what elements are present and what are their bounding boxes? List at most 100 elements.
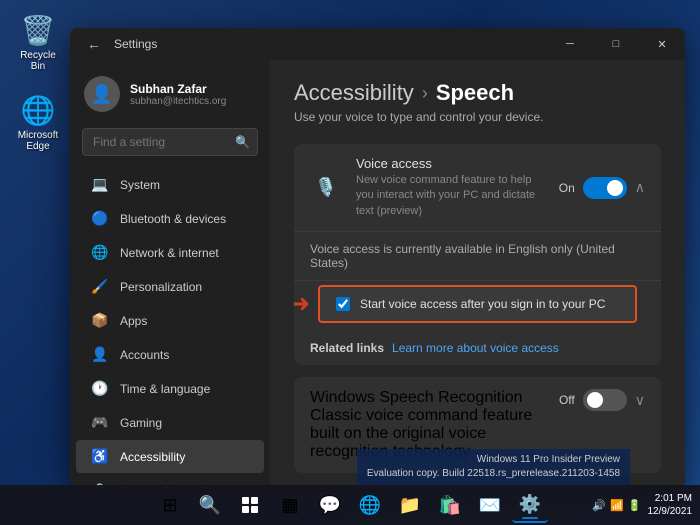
- store-button[interactable]: 🛍️: [432, 487, 468, 523]
- voice-access-toggle[interactable]: [583, 177, 627, 199]
- settings-taskbar-button[interactable]: ⚙️: [512, 487, 548, 523]
- voice-access-description: New voice command feature to help you in…: [356, 173, 547, 219]
- speech-recognition-chevron[interactable]: ∨: [635, 392, 645, 409]
- voice-access-notice: Voice access is currently available in E…: [294, 232, 661, 281]
- sidebar-item-label: System: [120, 178, 160, 192]
- speech-recognition-toggle[interactable]: [583, 389, 627, 411]
- sidebar-item-accounts[interactable]: 👤 Accounts: [76, 338, 264, 371]
- back-button[interactable]: ←: [82, 32, 106, 56]
- edge-label: Microsoft Edge: [12, 130, 64, 152]
- status-line2: Evaluation copy. Build 22518.rs_prerelea…: [367, 467, 620, 481]
- voice-access-control: On ∧: [559, 177, 645, 199]
- user-name: Subhan Zafar: [130, 82, 226, 96]
- sidebar-item-system[interactable]: 💻 System: [76, 168, 264, 201]
- recycle-bin-icon[interactable]: 🗑️ Recycle Bin: [8, 10, 68, 76]
- search-taskbar-button[interactable]: 🔍: [192, 487, 228, 523]
- search-icon: 🔍: [235, 135, 250, 149]
- edge-symbol: 🌐: [22, 94, 54, 126]
- explorer-button[interactable]: 📁: [392, 487, 428, 523]
- active-indicator: [522, 517, 538, 519]
- clock-time: 2:01 PM: [648, 492, 693, 505]
- close-button[interactable]: ✕: [639, 28, 685, 60]
- voice-access-card: 🎙️ Voice access New voice command featur…: [294, 144, 661, 365]
- window-controls: ─ □ ✕: [547, 28, 685, 60]
- sidebar: 👤 Subhan Zafar subhan@itechtics.org 🔍 💻 …: [70, 60, 270, 488]
- voice-access-row: 🎙️ Voice access New voice command featur…: [294, 144, 661, 232]
- user-email: subhan@itechtics.org: [130, 96, 226, 107]
- desktop: 🗑️ Recycle Bin 🌐 Microsoft Edge ← Settin…: [0, 0, 700, 525]
- breadcrumb-parent[interactable]: Accessibility: [294, 80, 414, 106]
- settings-search: 🔍: [82, 128, 258, 156]
- bluetooth-icon: 🔵: [90, 210, 110, 227]
- sidebar-item-label: Network & internet: [120, 246, 219, 260]
- settings-window: ← Settings ─ □ ✕ 👤 Subhan Zafar subhan@i…: [70, 28, 685, 488]
- start-button[interactable]: ⊞: [152, 487, 188, 523]
- user-profile[interactable]: 👤 Subhan Zafar subhan@itechtics.org: [70, 68, 270, 120]
- taskbar-right: 🔊 📶 🔋 2:01 PM 12/9/2021: [592, 492, 692, 518]
- arrow-indicator: ➜: [294, 290, 310, 319]
- sidebar-item-personalization[interactable]: 🖌️ Personalization: [76, 270, 264, 303]
- toggle-off-label: Off: [559, 393, 575, 407]
- search-input[interactable]: [82, 128, 258, 156]
- mail-button[interactable]: ✉️: [472, 487, 508, 523]
- tray-icon-1[interactable]: 🔊: [592, 499, 606, 512]
- edge-icon[interactable]: 🌐 Microsoft Edge: [8, 90, 68, 156]
- sidebar-item-label: Accessibility: [120, 450, 185, 464]
- sidebar-item-label: Apps: [120, 314, 147, 328]
- related-links: Related links Learn more about voice acc…: [294, 331, 661, 365]
- edge-taskbar-button[interactable]: 🌐: [352, 487, 388, 523]
- sidebar-item-label: Gaming: [120, 416, 162, 430]
- personalization-icon: 🖌️: [90, 278, 110, 295]
- toggle-thumb: [587, 392, 603, 408]
- sidebar-item-label: Accounts: [120, 348, 169, 362]
- tray-icon-2[interactable]: 📶: [610, 499, 624, 512]
- maximize-button[interactable]: □: [593, 28, 639, 60]
- checkbox-container: ➜ Start voice access after you sign in t…: [310, 285, 645, 323]
- time-icon: 🕐: [90, 380, 110, 397]
- related-links-label: Related links: [310, 341, 384, 355]
- voice-access-title: Voice access: [356, 156, 547, 171]
- user-info: Subhan Zafar subhan@itechtics.org: [130, 82, 226, 107]
- notice-text: Voice access is currently available in E…: [310, 242, 615, 270]
- speech-recognition-control: Off ∨: [559, 389, 645, 411]
- breadcrumb-separator: ›: [422, 83, 428, 104]
- clock-date: 12/9/2021: [648, 505, 693, 518]
- system-icon: 💻: [90, 176, 110, 193]
- clock[interactable]: 2:01 PM 12/9/2021: [648, 492, 693, 518]
- accessibility-icon: ♿: [90, 448, 110, 465]
- sidebar-item-label: Time & language: [120, 382, 210, 396]
- voice-access-checkbox-label[interactable]: Start voice access after you sign in to …: [360, 297, 605, 311]
- system-tray: 🔊 📶 🔋: [592, 499, 641, 512]
- voice-access-icon: 🎙️: [310, 172, 342, 204]
- title-bar: ← Settings ─ □ ✕: [70, 28, 685, 60]
- gaming-icon: 🎮: [90, 414, 110, 431]
- taskbar: ⊞ 🔍 ▦ 💬 🌐 📁 🛍️ ✉️ ⚙️: [0, 485, 700, 525]
- tray-icon-3[interactable]: 🔋: [628, 499, 642, 512]
- teams-button[interactable]: 💬: [312, 487, 348, 523]
- breadcrumb: Accessibility › Speech: [294, 80, 661, 106]
- toggle-thumb: [607, 180, 623, 196]
- learn-more-link[interactable]: Learn more about voice access: [392, 341, 559, 355]
- sidebar-item-gaming[interactable]: 🎮 Gaming: [76, 406, 264, 439]
- widgets-button[interactable]: ▦: [272, 487, 308, 523]
- sidebar-item-time[interactable]: 🕐 Time & language: [76, 372, 264, 405]
- toggle-on-label: On: [559, 181, 575, 195]
- avatar: 👤: [84, 76, 120, 112]
- sidebar-item-label: Personalization: [120, 280, 202, 294]
- voice-access-content: Voice access New voice command feature t…: [356, 156, 547, 219]
- windows-status-bar: Windows 11 Pro Insider Preview Evaluatio…: [357, 449, 630, 485]
- breadcrumb-current: Speech: [436, 80, 514, 106]
- sidebar-item-label: Bluetooth & devices: [120, 212, 226, 226]
- taskview-button[interactable]: [232, 487, 268, 523]
- sidebar-item-accessibility[interactable]: ♿ Accessibility: [76, 440, 264, 473]
- speech-recognition-title: Windows Speech Recognition: [310, 389, 547, 407]
- voice-access-checkbox[interactable]: [336, 297, 350, 311]
- accounts-icon: 👤: [90, 346, 110, 363]
- voice-access-chevron[interactable]: ∧: [635, 179, 645, 196]
- sidebar-item-network[interactable]: 🌐 Network & internet: [76, 236, 264, 269]
- sidebar-item-bluetooth[interactable]: 🔵 Bluetooth & devices: [76, 202, 264, 235]
- page-subtitle: Use your voice to type and control your …: [294, 110, 661, 124]
- minimize-button[interactable]: ─: [547, 28, 593, 60]
- sidebar-item-apps[interactable]: 📦 Apps: [76, 304, 264, 337]
- taskview-icon: [242, 497, 258, 513]
